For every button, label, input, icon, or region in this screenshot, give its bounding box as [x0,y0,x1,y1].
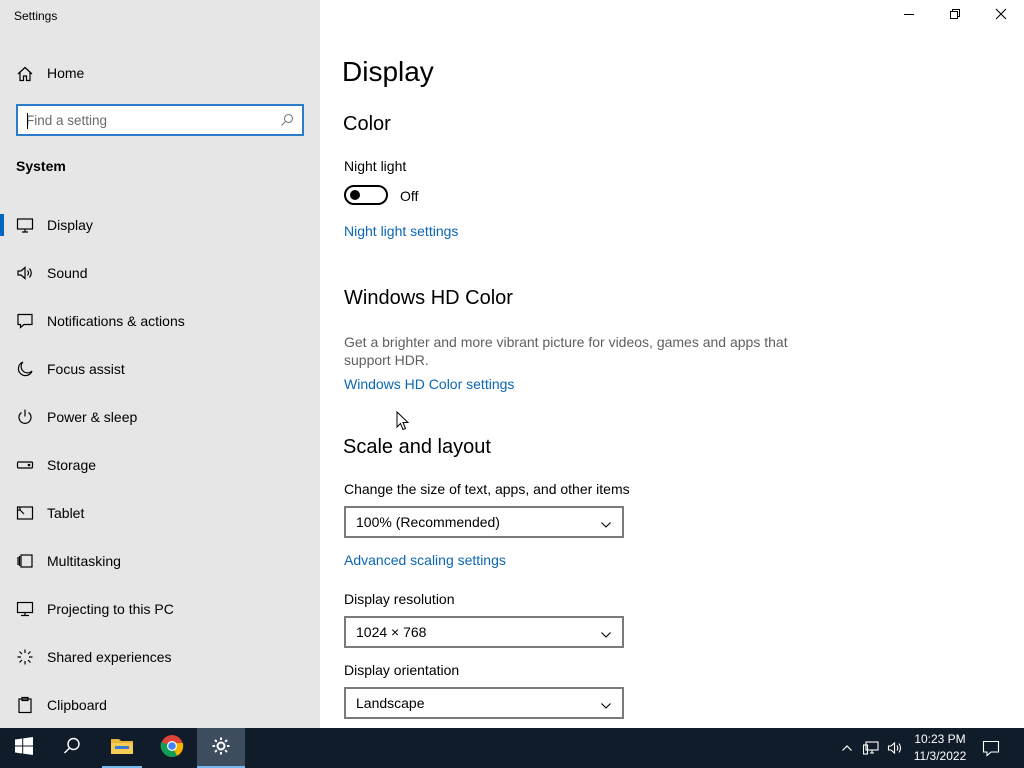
sidebar: Settings Home System Display Sound [0,0,320,728]
show-hidden-icons-button[interactable] [838,739,856,757]
close-icon [995,7,1007,25]
settings-button[interactable] [197,728,245,768]
selection-indicator [0,214,4,236]
sidebar-item-label: Clipboard [47,697,107,713]
restore-icon [949,7,961,25]
minimize-icon [903,7,915,25]
color-heading: Color [343,113,391,135]
scale-label: Change the size of text, apps, and other… [344,481,630,497]
chevron-down-icon [600,627,612,638]
toggle-knob [350,190,360,200]
sidebar-item-sound[interactable]: Sound [0,256,320,304]
resolution-label: Display resolution [344,591,455,607]
taskbar-search-button[interactable] [48,728,96,768]
sidebar-item-multitasking[interactable]: Multitasking [0,544,320,592]
clock-date[interactable]: 11/3/2022 [910,749,970,763]
night-light-toggle[interactable] [344,185,388,205]
night-light-settings-link[interactable]: Night light settings [344,223,458,239]
sidebar-item-label: Home [47,65,85,81]
sidebar-item-label: Multitasking [47,553,121,569]
hd-color-description: Get a brighter and more vibrant picture … [344,334,788,368]
sidebar-item-display[interactable]: Display [0,208,320,256]
volume-icon[interactable] [886,739,904,757]
home-icon [16,65,34,83]
sidebar-item-shared-experiences[interactable]: Shared experiences [0,640,320,688]
main-content: Display Color Night light Off Night ligh… [320,0,1024,728]
moon-icon [16,360,34,378]
resolution-dropdown[interactable]: 1024 × 768 [344,616,624,648]
sidebar-item-power-sleep[interactable]: Power & sleep [0,400,320,448]
monitor-icon [16,216,34,234]
night-light-state: Off [400,188,419,204]
sidebar-item-label: Projecting to this PC [47,601,174,617]
action-center-icon[interactable] [982,739,1000,757]
sidebar-item-focus-assist[interactable]: Focus assist [0,352,320,400]
app-title: Settings [14,9,58,23]
notification-icon [16,312,34,330]
hd-color-settings-link[interactable]: Windows HD Color settings [344,376,514,392]
windows-logo-icon [15,736,33,760]
section-title: System [16,158,66,174]
close-button[interactable] [978,0,1024,32]
sidebar-item-label: Power & sleep [47,409,138,425]
shared-icon [16,648,34,666]
scale-dropdown[interactable]: 100% (Recommended) [344,506,624,538]
mouse-pointer-icon [396,410,410,431]
speaker-icon [16,264,34,282]
multitasking-icon [16,552,34,570]
hd-color-heading: Windows HD Color [344,287,513,309]
night-light-label: Night light [344,158,407,174]
network-icon[interactable] [862,739,880,757]
minimize-button[interactable] [886,0,932,32]
clock-time[interactable]: 10:23 PM [914,732,966,746]
taskbar: 10:23 PM 11/3/2022 [0,728,1024,768]
orientation-label: Display orientation [344,662,460,678]
page-title: Display [342,56,434,87]
text-caret [27,113,28,129]
advanced-scaling-link[interactable]: Advanced scaling settings [344,552,506,568]
sidebar-item-label: Tablet [47,505,85,521]
file-explorer-button[interactable] [98,728,146,768]
search-icon [280,113,294,127]
sidebar-item-label: Sound [47,265,88,281]
restore-button[interactable] [932,0,978,32]
settings-icon [211,736,231,761]
start-button[interactable] [0,728,48,768]
sidebar-item-storage[interactable]: Storage [0,448,320,496]
scale-value: 100% (Recommended) [356,514,500,530]
sidebar-item-label: Storage [47,457,97,473]
search-box[interactable] [16,104,304,136]
sidebar-item-label: Notifications & actions [47,313,185,329]
sidebar-item-label: Display [47,217,93,233]
clipboard-icon [16,696,34,714]
search-input[interactable] [26,111,274,129]
sidebar-item-label: Shared experiences [47,649,172,665]
power-icon [16,408,34,426]
orientation-dropdown[interactable]: Landscape [344,687,624,719]
chevron-down-icon [600,698,612,709]
sidebar-nav: Display Sound Notifications & actions Fo… [0,208,320,736]
chrome-button[interactable] [148,728,196,768]
chevron-down-icon [600,517,612,528]
sidebar-item-label: Focus assist [47,361,125,377]
tablet-icon [16,504,34,522]
sidebar-item-notifications[interactable]: Notifications & actions [0,304,320,352]
orientation-value: Landscape [356,695,425,711]
search-icon [63,737,81,760]
storage-icon [16,456,34,474]
resolution-value: 1024 × 768 [356,624,427,640]
projecting-icon [16,600,34,618]
chrome-icon [160,734,184,763]
sidebar-item-tablet[interactable]: Tablet [0,496,320,544]
scale-layout-heading: Scale and layout [343,436,491,458]
sidebar-item-projecting[interactable]: Projecting to this PC [0,592,320,640]
sidebar-item-home[interactable]: Home [0,56,320,90]
file-explorer-icon [110,736,134,761]
